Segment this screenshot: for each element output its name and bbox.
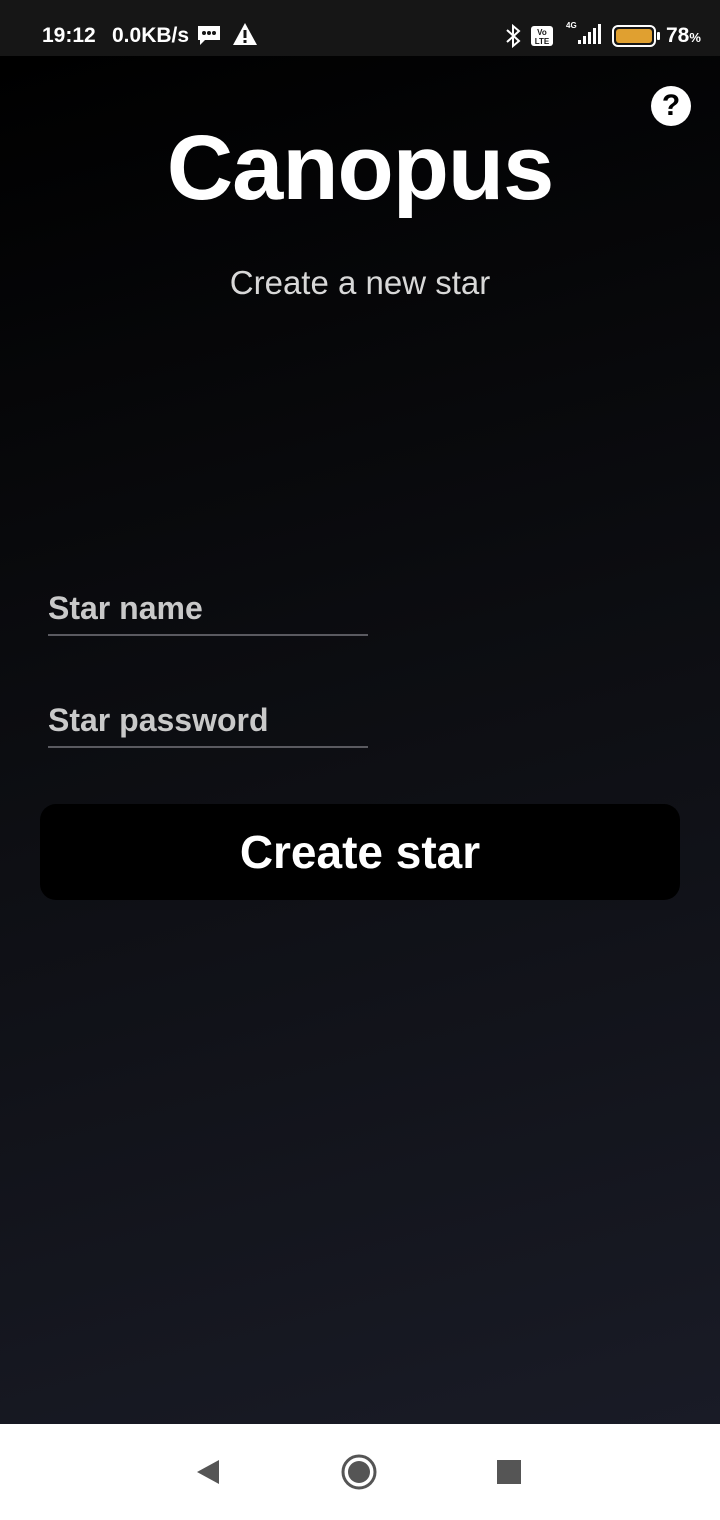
bluetooth-icon bbox=[506, 24, 521, 48]
app-title: Canopus bbox=[166, 117, 555, 219]
alert-icon bbox=[233, 23, 257, 45]
status-bar: 19:12 0.0KB/s Vo LTE 4G 78% bbox=[0, 0, 720, 56]
home-button[interactable] bbox=[337, 1450, 381, 1494]
network-speed: 0.0KB/s bbox=[112, 24, 190, 47]
home-icon bbox=[341, 1454, 377, 1490]
star-password-field bbox=[48, 694, 368, 748]
recents-icon bbox=[497, 1460, 521, 1484]
navigation-bar bbox=[0, 1424, 720, 1520]
svg-text:LTE: LTE bbox=[535, 37, 550, 46]
status-time: 19:12 bbox=[42, 24, 96, 47]
star-name-input[interactable] bbox=[48, 582, 368, 634]
volte-icon: Vo LTE bbox=[531, 26, 553, 46]
battery-icon bbox=[612, 25, 660, 47]
page-subtitle: Create a new star bbox=[229, 264, 491, 301]
signal-icon: 4G bbox=[566, 21, 601, 44]
back-button[interactable] bbox=[186, 1450, 230, 1494]
message-icon bbox=[198, 26, 220, 45]
svg-text:Vo: Vo bbox=[537, 28, 547, 37]
create-star-button[interactable]: Create star bbox=[40, 804, 680, 900]
back-icon bbox=[197, 1460, 219, 1484]
network-type-label: 4G bbox=[566, 21, 577, 30]
create-star-screen: ? Canopus Create a new star Create star bbox=[0, 56, 720, 1424]
recents-button[interactable] bbox=[487, 1450, 531, 1494]
star-password-input[interactable] bbox=[48, 694, 368, 746]
star-name-field bbox=[48, 582, 368, 636]
battery-percentage: 78% bbox=[666, 24, 701, 47]
